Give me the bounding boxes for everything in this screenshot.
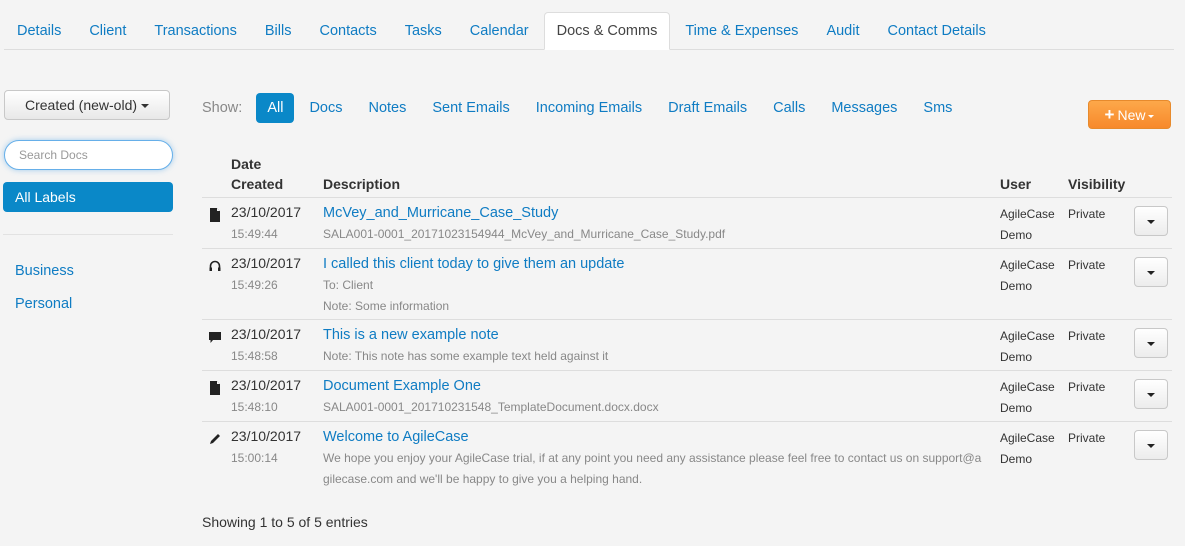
tab-contacts[interactable]: Contacts [306, 12, 389, 49]
search-docs-input[interactable] [4, 140, 173, 170]
header-date-created[interactable]: Date Created [231, 154, 283, 194]
caret-down-icon [1147, 444, 1155, 448]
table-row: 23/10/2017 15:49:26 I called this client… [202, 249, 1172, 320]
table-row: 23/10/2017 15:48:10 Document Example One… [202, 371, 1172, 422]
row-title-link[interactable]: This is a new example note [323, 326, 983, 344]
tab-bills[interactable]: Bills [252, 12, 305, 49]
row-user: AgileCase Demo [1000, 207, 1055, 242]
row-time: 15:49:26 [231, 278, 278, 292]
sort-dropdown[interactable]: Created (new-old) [4, 90, 170, 120]
comment-icon [209, 332, 221, 343]
docs-table: Date Created Description User Visibility… [202, 150, 1172, 494]
row-time: 15:00:14 [231, 451, 278, 465]
row-subtext: Note: This note has some example text he… [323, 349, 609, 363]
filter-draft-emails[interactable]: Draft Emails [655, 93, 760, 123]
label-link-business[interactable]: Business [15, 263, 74, 279]
header-user[interactable]: User [1000, 174, 1031, 194]
new-button[interactable]: + New [1088, 100, 1171, 129]
row-date: 23/10/2017 [231, 255, 302, 271]
tab-docs-comms[interactable]: Docs & Comms [543, 12, 671, 50]
filter-notes[interactable]: Notes [355, 93, 419, 123]
new-button-label: New [1117, 107, 1146, 123]
label-link-personal[interactable]: Personal [15, 296, 72, 312]
table-row: 23/10/2017 15:00:14 Welcome to AgileCase… [202, 422, 1172, 494]
table-info: Showing 1 to 5 of 5 entries [202, 514, 368, 530]
filter-all[interactable]: All [256, 93, 295, 123]
filter-messages[interactable]: Messages [818, 93, 910, 123]
table-header: Date Created Description User Visibility [202, 150, 1172, 198]
tab-audit[interactable]: Audit [813, 12, 872, 49]
row-visibility: Private [1068, 258, 1106, 272]
row-time: 15:48:10 [231, 400, 278, 414]
header-description[interactable]: Description [323, 174, 400, 194]
row-subtext: We hope you enjoy your AgileCase trial, … [323, 451, 982, 486]
row-date: 23/10/2017 [231, 326, 302, 342]
all-labels-button[interactable]: All Labels [3, 182, 173, 212]
sidebar-divider [3, 234, 173, 235]
tab-calendar[interactable]: Calendar [457, 12, 542, 49]
document-icon [210, 208, 220, 222]
row-subtext: SALA001-0001_20171023154944_McVey_and_Mu… [323, 227, 726, 241]
row-actions-dropdown[interactable] [1134, 379, 1168, 409]
document-icon [210, 381, 220, 395]
row-time: 15:49:44 [231, 227, 278, 241]
row-visibility: Private [1068, 380, 1106, 394]
row-date: 23/10/2017 [231, 428, 302, 444]
filter-docs[interactable]: Docs [296, 93, 355, 123]
row-subtext: To: Client Note: Some information [323, 278, 450, 313]
row-actions-dropdown[interactable] [1134, 328, 1168, 358]
caret-down-icon [1147, 271, 1155, 275]
show-filter-bar: Show: All Docs Notes Sent Emails Incomin… [202, 93, 965, 123]
row-title-link[interactable]: McVey_and_Murricane_Case_Study [323, 204, 983, 222]
plus-icon: + [1104, 105, 1115, 124]
tab-time-expenses[interactable]: Time & Expenses [672, 12, 811, 49]
row-visibility: Private [1068, 207, 1106, 221]
caret-down-icon [1147, 393, 1155, 397]
row-title-link[interactable]: Document Example One [323, 377, 983, 395]
row-user: AgileCase Demo [1000, 380, 1055, 415]
row-user: AgileCase Demo [1000, 431, 1055, 466]
tab-details[interactable]: Details [4, 12, 74, 49]
row-time: 15:48:58 [231, 349, 278, 363]
row-date: 23/10/2017 [231, 377, 302, 393]
tab-client[interactable]: Client [76, 12, 139, 49]
headphones-icon [209, 260, 221, 271]
row-user: AgileCase Demo [1000, 258, 1055, 293]
header-visibility[interactable]: Visibility [1068, 174, 1125, 194]
caret-down-icon [1147, 342, 1155, 346]
table-row: 23/10/2017 15:49:44 McVey_and_Murricane_… [202, 198, 1172, 249]
tab-bar: Details Client Transactions Bills Contac… [4, 12, 1174, 50]
filter-sent-emails[interactable]: Sent Emails [419, 93, 522, 123]
row-title-link[interactable]: I called this client today to give them … [323, 255, 983, 273]
row-actions-dropdown[interactable] [1134, 206, 1168, 236]
row-actions-dropdown[interactable] [1134, 430, 1168, 460]
filter-sms[interactable]: Sms [910, 93, 965, 123]
caret-down-icon [1147, 220, 1155, 224]
row-visibility: Private [1068, 431, 1106, 445]
sort-dropdown-label: Created (new-old) [24, 97, 138, 113]
caret-down-icon [1148, 114, 1155, 118]
table-row: 23/10/2017 15:48:58 This is a new exampl… [202, 320, 1172, 371]
tab-tasks[interactable]: Tasks [392, 12, 455, 49]
caret-down-icon [141, 104, 150, 109]
row-actions-dropdown[interactable] [1134, 257, 1168, 287]
row-user: AgileCase Demo [1000, 329, 1055, 364]
tab-contact-details[interactable]: Contact Details [875, 12, 999, 49]
tab-transactions[interactable]: Transactions [141, 12, 249, 49]
show-label: Show: [202, 100, 243, 116]
filter-incoming-emails[interactable]: Incoming Emails [523, 93, 655, 123]
row-subtext: SALA001-0001_201710231548_TemplateDocume… [323, 400, 659, 414]
filter-calls[interactable]: Calls [760, 93, 818, 123]
row-visibility: Private [1068, 329, 1106, 343]
row-date: 23/10/2017 [231, 204, 302, 220]
pencil-icon [210, 434, 220, 444]
row-title-link[interactable]: Welcome to AgileCase [323, 428, 983, 446]
